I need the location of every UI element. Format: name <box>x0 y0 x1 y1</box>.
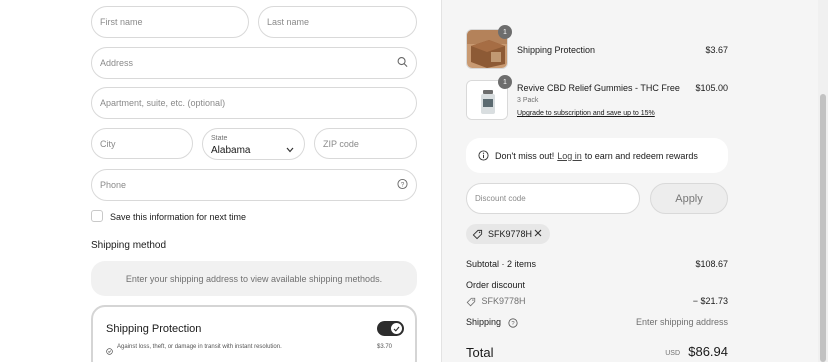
applied-code: SFK9778H <box>488 229 533 239</box>
scrollbar-thumb[interactable] <box>820 94 826 362</box>
shipping-method-notice: Enter your shipping address to view avai… <box>91 261 417 296</box>
shipping-method-notice-text: Enter your shipping address to view avai… <box>125 273 383 284</box>
address-placeholder: Address <box>100 58 134 68</box>
shipping-protection-price: $3.70 <box>377 344 393 350</box>
zip-field[interactable]: ZIP code <box>314 128 417 159</box>
help-circle-icon[interactable]: ? <box>507 318 518 328</box>
item-variant: 3 Pack <box>517 97 539 104</box>
order-discount-row: Order discount <box>466 280 728 290</box>
shipping-row: Shipping ? Enter shipping address <box>466 317 728 328</box>
phone-placeholder: Phone <box>100 180 127 190</box>
subtotal-row: Subtotal · 2 items $108.67 <box>466 259 728 269</box>
item-price: $3.67 <box>705 45 728 55</box>
city-placeholder: City <box>100 138 116 149</box>
help-circle-icon[interactable]: ? <box>397 178 408 192</box>
item-quantity: 1 <box>503 28 507 36</box>
total-currency: USD <box>665 350 680 357</box>
item-quantity: 1 <box>503 78 507 86</box>
item-name: Shipping Protection <box>517 45 596 55</box>
shipping-method-heading: Shipping method <box>91 240 167 251</box>
rewards-text-pre: Don't miss out! <box>495 150 555 161</box>
close-icon[interactable] <box>533 228 543 240</box>
total-value: $86.94 <box>688 344 728 359</box>
item-name: Revive CBD Relief Gummies - THC Free <box>517 83 680 93</box>
svg-text:?: ? <box>511 321 515 327</box>
order-discount-label: Order discount <box>466 280 526 290</box>
total-row: Total USD $86.94 <box>466 344 728 362</box>
item-price: $105.00 <box>695 83 728 93</box>
address-field[interactable]: Address <box>91 47 417 79</box>
tag-icon <box>466 297 476 307</box>
applied-discount-chip: SFK9778H <box>466 224 550 244</box>
first-name-placeholder: First name <box>100 17 143 27</box>
shield-check-icon <box>106 342 113 360</box>
apply-button[interactable]: Apply <box>650 183 728 214</box>
checkout-form-panel: First name Last name Address Apartment, … <box>0 0 441 362</box>
chevron-down-icon <box>286 140 294 158</box>
search-icon[interactable] <box>397 57 408 70</box>
tag-icon <box>472 229 483 240</box>
subtotal-value: $108.67 <box>695 259 728 269</box>
checkmark-icon <box>391 323 402 334</box>
discount-code-input[interactable]: Discount code <box>466 183 640 214</box>
zip-placeholder: ZIP code <box>323 138 359 149</box>
shipping-protection-description: Against loss, theft, or damage in transi… <box>117 344 282 350</box>
discount-value: − $21.73 <box>692 296 728 306</box>
apply-label: Apply <box>675 192 703 205</box>
log-in-link[interactable]: Log in <box>557 151 582 161</box>
state-label: State <box>211 135 228 142</box>
shipping-protection-card: Shipping Protection Against loss, theft,… <box>91 305 417 362</box>
shipping-protection-toggle[interactable] <box>377 321 404 336</box>
discount-code-label: SFK9778H <box>481 296 526 306</box>
item-quantity-badge: 1 <box>498 75 512 89</box>
phone-field[interactable]: Phone ? <box>91 169 417 201</box>
item-quantity-badge: 1 <box>498 25 512 39</box>
rewards-banner: Don't miss out! Log in to earn and redee… <box>466 138 728 173</box>
svg-text:?: ? <box>401 181 405 188</box>
city-field[interactable]: City <box>91 128 193 159</box>
save-info-checkbox[interactable] <box>91 210 103 222</box>
rewards-text-post: to earn and redeem rewards <box>584 150 698 161</box>
discount-placeholder: Discount code <box>475 194 526 203</box>
last-name-placeholder: Last name <box>267 17 310 27</box>
info-icon <box>478 150 489 161</box>
discount-code-row: SFK9778H − $21.73 <box>466 296 728 307</box>
shipping-label: Shipping <box>466 317 502 327</box>
page-scrollbar[interactable] <box>818 0 828 362</box>
shipping-protection-title: Shipping Protection <box>106 323 202 335</box>
apartment-placeholder: Apartment, suite, etc. (optional) <box>100 98 226 108</box>
last-name-field[interactable]: Last name <box>258 6 417 38</box>
upgrade-subscription-link[interactable]: Upgrade to subscription and save up to 1… <box>517 110 655 117</box>
subtotal-label: Subtotal · 2 items <box>466 259 537 269</box>
state-value: Alabama <box>211 145 251 156</box>
total-label: Total <box>466 345 494 360</box>
shipping-value: Enter shipping address <box>635 317 728 327</box>
first-name-field[interactable]: First name <box>91 6 249 38</box>
apartment-field[interactable]: Apartment, suite, etc. (optional) <box>91 87 417 119</box>
save-info-label: Save this information for next time <box>110 212 247 222</box>
state-select[interactable]: State Alabama <box>202 128 305 160</box>
